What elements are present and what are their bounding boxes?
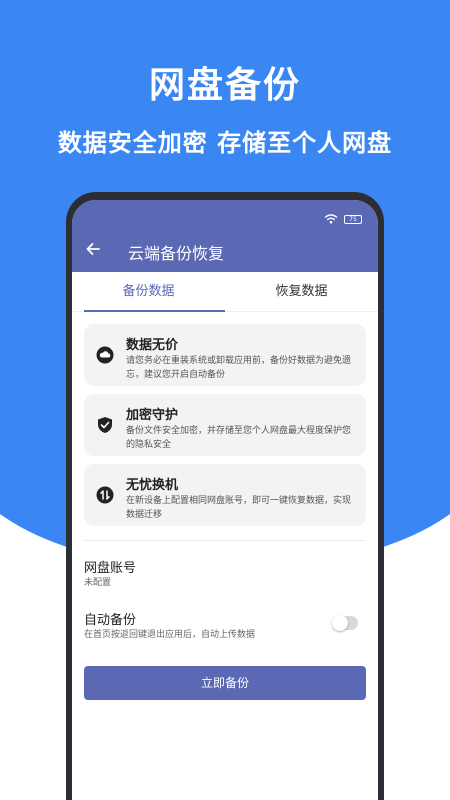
card-description: 备份文件安全加密，并存储至您个人网盘最大程度保护您的隐私安全 (126, 426, 352, 450)
info-card-data-value: 数据无价 请您务必在重装系统或卸载应用前，备份好数据为避免遗忘，建议您开启自动备… (84, 324, 366, 386)
account-status: 未配置 (84, 578, 112, 588)
card-title: 数据无价 (126, 338, 179, 353)
info-card-encryption: 加密守护 备份文件安全加密，并存储至您个人网盘最大程度保护您的隐私安全 (84, 394, 366, 456)
card-title: 无忧换机 (126, 478, 179, 493)
backup-now-button[interactable]: 立即备份 (84, 666, 366, 700)
toggle-knob (332, 615, 348, 631)
page-title: 云端备份恢复 (128, 244, 225, 263)
section-divider (84, 540, 366, 541)
tab-indicator (84, 310, 225, 312)
card-description: 在新设备上配置相同网盘账号，即可一键恢复数据，实现数据迁移 (126, 496, 352, 520)
back-button[interactable] (84, 240, 104, 260)
card-description: 请您务必在重装系统或卸载应用前，备份好数据为避免遗忘，建议您开启自动备份 (126, 356, 352, 380)
auto-backup-description: 在首页按返回键退出应用后，自动上传数据 (84, 630, 256, 640)
battery-indicator: 75 (344, 214, 362, 224)
promo-subtitle: 数据安全加密 存储至个人网盘 (57, 129, 393, 157)
wifi-icon (324, 214, 338, 224)
info-card-device-switch: 无忧换机 在新设备上配置相同网盘账号，即可一键恢复数据，实现数据迁移 (84, 464, 366, 526)
arrow-left-icon (86, 243, 100, 255)
status-bar: 75 (324, 214, 362, 224)
card-title: 加密守护 (126, 408, 179, 423)
app-bar: 75 云端备份恢复 (72, 200, 378, 272)
cloud-icon (96, 346, 114, 364)
tab-bar: 备份数据 恢复数据 (72, 272, 378, 312)
tab-backup[interactable]: 备份数据 (72, 272, 225, 312)
account-title[interactable]: 网盘账号 (84, 557, 136, 576)
sync-icon (96, 486, 114, 504)
auto-backup-title: 自动备份 (84, 613, 137, 628)
phone-screen: 75 云端备份恢复 备份数据 恢复数据 数据无价 请您务必在重装系统或卸载应用前… (72, 200, 378, 800)
shield-check-icon (98, 417, 112, 433)
promo-title: 网盘备份 (148, 65, 301, 106)
auto-backup-toggle[interactable] (332, 615, 358, 631)
tab-restore[interactable]: 恢复数据 (225, 272, 378, 312)
